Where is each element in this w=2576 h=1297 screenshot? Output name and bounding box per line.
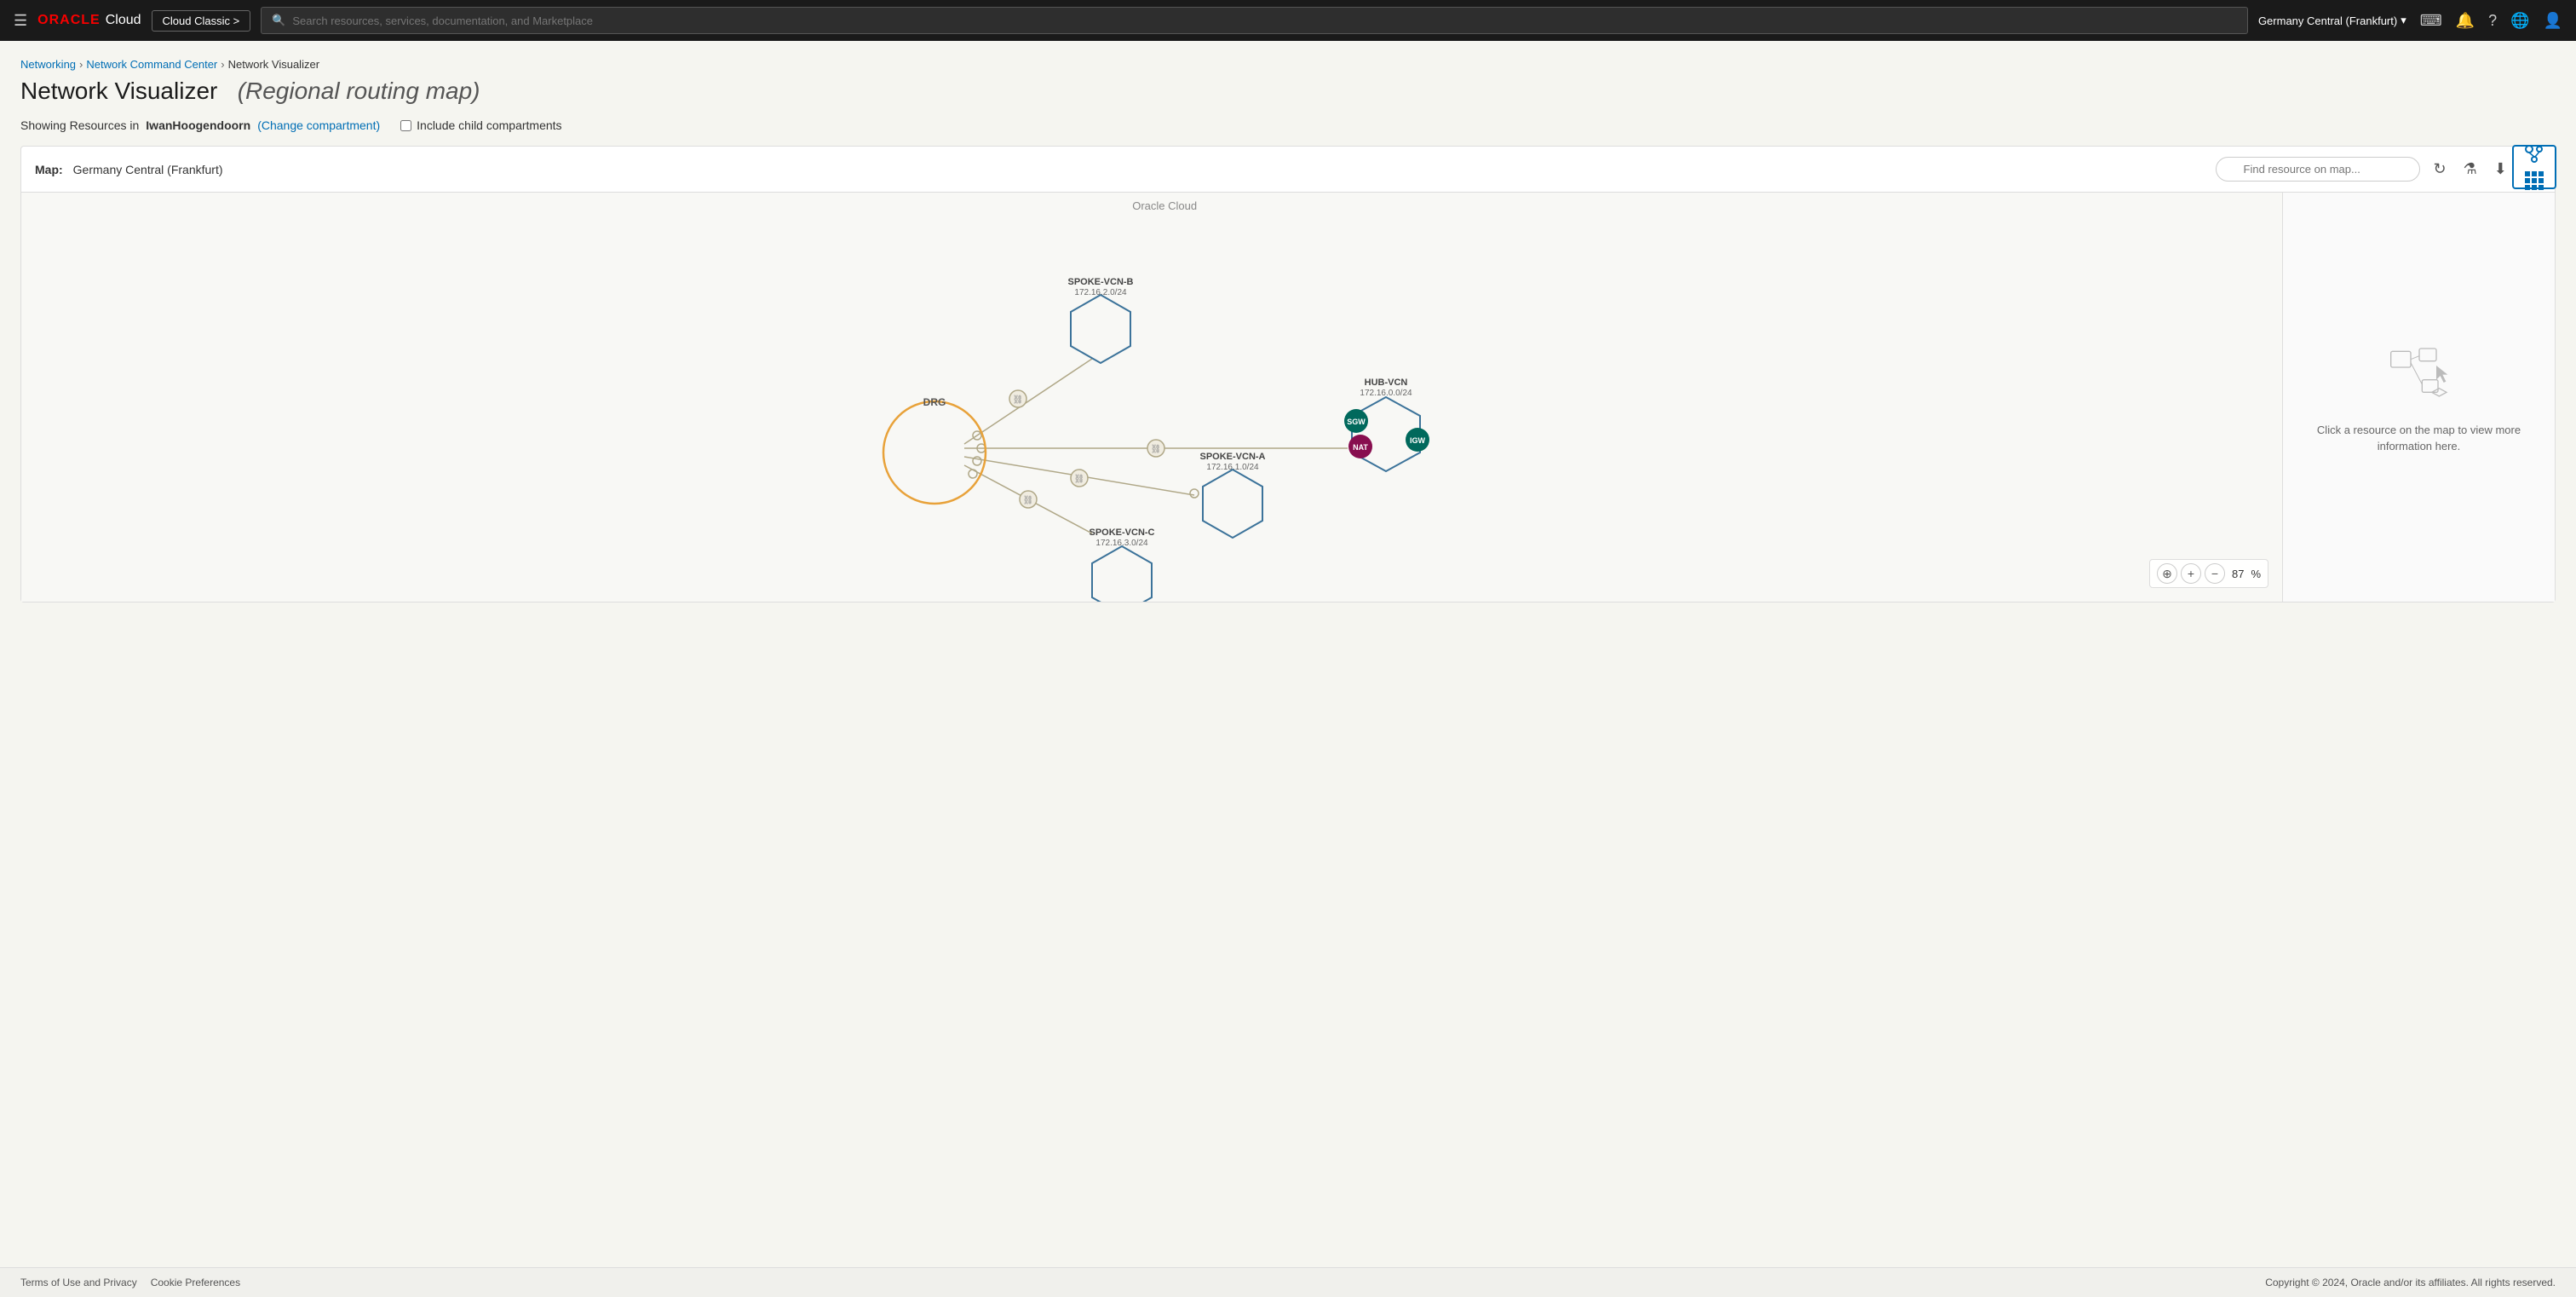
filter-button[interactable]: ⚗ (2460, 157, 2481, 182)
terms-link[interactable]: Terms of Use and Privacy (20, 1277, 137, 1288)
find-resource-wrapper: 🔍 (2216, 157, 2420, 182)
breadcrumb-networking[interactable]: Networking (20, 58, 76, 71)
side-panel-message: Click a resource on the map to view more… (2303, 422, 2534, 455)
footer-left: Terms of Use and Privacy Cookie Preferen… (20, 1277, 240, 1288)
svg-text:SPOKE-VCN-A: SPOKE-VCN-A (1199, 452, 1265, 462)
compartment-row: Showing Resources in IwanHoogendoorn (Ch… (20, 118, 2556, 132)
breadcrumb-network-command-center[interactable]: Network Command Center (86, 58, 217, 71)
breadcrumb: Networking › Network Command Center › Ne… (20, 58, 2556, 71)
compartment-label: Showing Resources in (20, 118, 139, 132)
svg-text:SGW: SGW (1347, 418, 1366, 426)
footer-copyright: Copyright © 2024, Oracle and/or its affi… (2265, 1277, 2556, 1288)
visualizer-panel: Map: Germany Central (Frankfurt) 🔍 ↻ ⚗ ⬇… (20, 146, 2556, 602)
find-resource-input[interactable] (2216, 157, 2420, 182)
side-panel: Click a resource on the map to view more… (2282, 193, 2555, 602)
map-container: Oracle Cloud ⛓ (21, 193, 2555, 602)
region-label: Germany Central (Frankfurt) (2258, 14, 2397, 27)
grid-icon (2525, 171, 2544, 190)
search-icon: 🔍 (272, 14, 285, 27)
zoom-fit-button[interactable]: ⊕ (2157, 563, 2177, 584)
page-title: Network Visualizer (Regional routing map… (20, 78, 2556, 105)
page-title-main: Network Visualizer (20, 78, 217, 104)
child-compartments-wrapper: Include child compartments (400, 118, 561, 132)
svg-text:172.16.3.0/24: 172.16.3.0/24 (1095, 539, 1148, 548)
bell-icon[interactable]: 🔔 (2456, 12, 2475, 30)
search-bar[interactable]: 🔍 (261, 7, 2248, 34)
user-icon[interactable]: 👤 (2544, 12, 2562, 30)
network-command-center-button[interactable] (2512, 145, 2556, 189)
svg-text:172.16.1.0/24: 172.16.1.0/24 (1206, 463, 1259, 472)
network-icon (2524, 144, 2544, 170)
svg-text:NAT: NAT (1353, 443, 1368, 452)
oracle-logo: ORACLE Cloud (37, 13, 141, 28)
breadcrumb-sep-2: › (221, 58, 224, 71)
cloud-text: Cloud (106, 13, 141, 28)
svg-text:IGW: IGW (1410, 436, 1426, 445)
svg-text:⛓: ⛓ (1013, 395, 1024, 405)
svg-text:⛓: ⛓ (1023, 495, 1034, 505)
svg-text:SPOKE-VCN-C: SPOKE-VCN-C (1089, 527, 1154, 538)
svg-text:DRG: DRG (923, 396, 946, 408)
svg-text:172.16.0.0/24: 172.16.0.0/24 (1360, 389, 1412, 398)
hamburger-menu[interactable]: ☰ (14, 12, 27, 30)
breadcrumb-sep-1: › (79, 58, 83, 71)
side-panel-illustration (2385, 340, 2453, 408)
breadcrumb-current: Network Visualizer (228, 58, 319, 71)
region-selector[interactable]: Germany Central (Frankfurt) ▾ (2258, 14, 2406, 27)
help-icon[interactable]: ? (2488, 12, 2497, 30)
globe-icon[interactable]: 🌐 (2510, 12, 2529, 30)
child-compartments-checkbox[interactable] (400, 120, 411, 131)
zoom-controls: ⊕ + − 87 % (2149, 559, 2268, 588)
zoom-in-button[interactable]: + (2181, 563, 2201, 584)
nav-right-group: Germany Central (Frankfurt) ▾ ⌨ 🔔 ? 🌐 👤 (2258, 12, 2562, 30)
svg-text:⛓: ⛓ (1074, 474, 1085, 484)
map-region-text: Germany Central (Frankfurt) (73, 163, 223, 176)
cloud-classic-button[interactable]: Cloud Classic > (152, 10, 251, 32)
main-content: Networking › Network Command Center › Ne… (0, 41, 2576, 1267)
download-button[interactable]: ⬇ (2491, 157, 2510, 182)
chevron-down-icon: ▾ (2401, 14, 2406, 27)
cookie-link[interactable]: Cookie Preferences (151, 1277, 240, 1288)
zoom-out-button[interactable]: − (2205, 563, 2225, 584)
svg-text:SPOKE-VCN-B: SPOKE-VCN-B (1067, 277, 1133, 287)
footer: Terms of Use and Privacy Cookie Preferen… (0, 1267, 2576, 1297)
refresh-button[interactable]: ↻ (2430, 157, 2450, 182)
zoom-value: 87 (2232, 568, 2244, 580)
network-diagram: ⛓ ⛓ ⛓ ⛓ (21, 193, 2282, 602)
compartment-name: IwanHoogendoorn (146, 118, 250, 132)
svg-text:172.16.2.0/24: 172.16.2.0/24 (1074, 288, 1127, 297)
panel-toolbar: Map: Germany Central (Frankfurt) 🔍 ↻ ⚗ ⬇… (21, 147, 2555, 193)
zoom-percent: % (2251, 568, 2261, 580)
child-compartments-label: Include child compartments (417, 118, 561, 132)
change-compartment-link[interactable]: (Change compartment) (257, 118, 380, 132)
top-navigation: ☰ ORACLE Cloud Cloud Classic > 🔍 Germany… (0, 0, 2576, 41)
map-label: Map: (35, 163, 63, 176)
terminal-icon[interactable]: ⌨ (2420, 12, 2442, 30)
search-input[interactable] (292, 14, 2237, 27)
svg-text:HUB-VCN: HUB-VCN (1365, 378, 1408, 388)
page-title-subtitle: (Regional routing map) (238, 78, 480, 104)
oracle-text: ORACLE (37, 13, 101, 28)
svg-text:⛓: ⛓ (1151, 444, 1162, 454)
map-canvas[interactable]: Oracle Cloud ⛓ (21, 193, 2282, 602)
